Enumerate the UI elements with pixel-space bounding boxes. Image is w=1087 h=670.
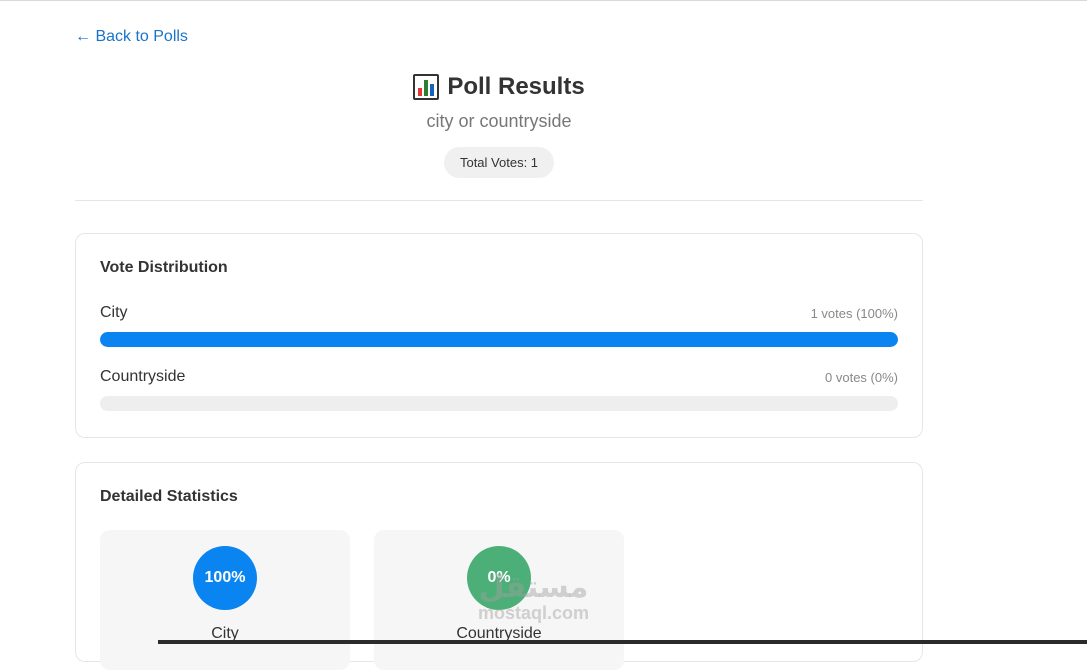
progress-bar-track [100, 332, 898, 347]
detailed-statistics-title: Detailed Statistics [100, 488, 238, 505]
option-city: City 1 votes (100%) [100, 304, 898, 347]
stat-percent-circle: 0% [467, 546, 531, 610]
option-label: City [100, 304, 128, 321]
back-to-polls-link[interactable]: ← Back to Polls [75, 28, 188, 46]
total-votes-badge: Total Votes: 1 [443, 147, 555, 178]
taskbar-edge [158, 640, 1087, 644]
option-countryside: Countryside 0 votes (0%) [100, 368, 898, 411]
stat-percent-circle: 100% [193, 546, 257, 610]
option-count: 0 votes (0%) [825, 369, 898, 385]
vote-distribution-card: Vote Distribution City 1 votes (100%) Co… [75, 233, 923, 438]
progress-bar-track [100, 396, 898, 411]
page-title-text: Poll Results [447, 73, 585, 100]
header-divider [75, 200, 923, 201]
stat-box-countryside: 0% Countryside [374, 530, 624, 670]
detailed-statistics-card: Detailed Statistics 100% City 0% Country… [75, 462, 923, 670]
option-count: 1 votes (100%) [810, 305, 898, 321]
bar-chart-icon [413, 74, 440, 100]
poll-header: Poll Results city or countryside Total V… [75, 70, 923, 178]
stat-box-city: 100% City [100, 530, 350, 670]
option-label: Countryside [100, 368, 186, 385]
vote-distribution-title: Vote Distribution [100, 259, 228, 276]
poll-question: city or countryside [426, 111, 572, 131]
page-title: Poll Results [413, 70, 585, 104]
top-border [0, 0, 1087, 1]
progress-bar-fill [100, 332, 898, 347]
